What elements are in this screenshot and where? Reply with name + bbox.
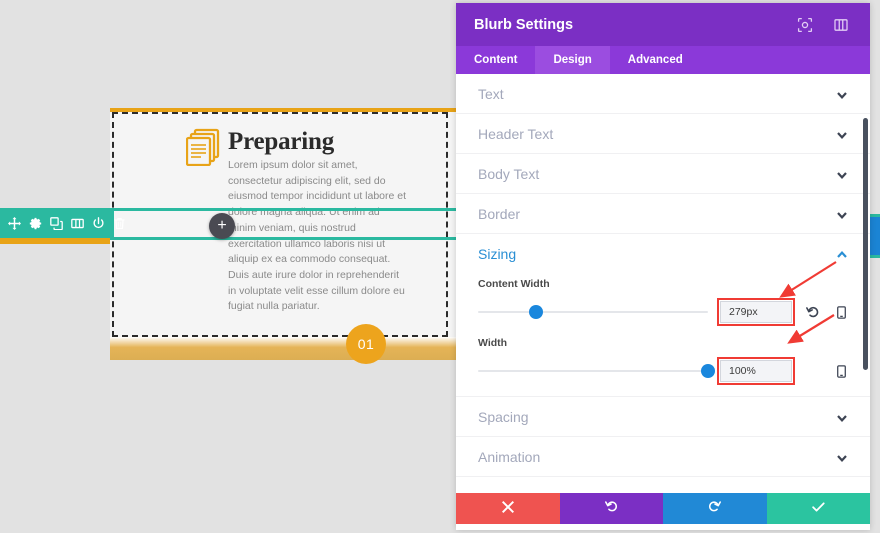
tab-advanced[interactable]: Advanced: [610, 46, 701, 74]
chevron-up-icon: [836, 248, 848, 260]
reset-icon[interactable]: [804, 305, 822, 319]
module-action-toolbar[interactable]: [0, 208, 125, 238]
close-icon: [501, 500, 514, 518]
slider-track: [478, 311, 708, 313]
cancel-button[interactable]: [456, 493, 560, 524]
focus-icon[interactable]: [794, 14, 816, 36]
section-header-text[interactable]: Header Text: [456, 114, 870, 154]
slider-handle[interactable]: [701, 364, 715, 378]
section-label: Text: [478, 85, 504, 102]
power-icon[interactable]: [92, 216, 105, 230]
section-sizing-header[interactable]: Sizing: [478, 234, 848, 274]
field-width: Width 100%: [478, 337, 848, 385]
step-number-badge: 01: [346, 324, 386, 364]
section-border[interactable]: Border: [456, 194, 870, 234]
chevron-down-icon: [836, 411, 848, 423]
add-module-button[interactable]: +: [209, 213, 235, 239]
field-label: Width: [478, 337, 508, 349]
slider-track: [478, 370, 708, 372]
panel-header: Blurb Settings: [456, 3, 870, 46]
gear-icon[interactable]: [29, 217, 42, 230]
section-animation[interactable]: Animation: [456, 437, 870, 477]
responsive-device-icon[interactable]: [834, 364, 848, 378]
tab-design[interactable]: Design: [535, 46, 610, 74]
undo-button[interactable]: [559, 493, 663, 524]
section-text[interactable]: Text: [456, 74, 870, 114]
section-sizing: Sizing Content Width 279px Width 100%: [456, 234, 870, 397]
section-label: Spacing: [478, 408, 529, 425]
row-accent-strip: [0, 238, 110, 244]
columns-icon[interactable]: [71, 217, 84, 230]
content-width-slider[interactable]: [478, 305, 708, 319]
save-button[interactable]: [766, 493, 870, 524]
panel-body: Text Header Text Body Text Border Sizing…: [456, 74, 870, 499]
module-hover-highlight: [110, 208, 458, 240]
section-body-text[interactable]: Body Text: [456, 154, 870, 194]
field-content-width: Content Width 279px: [478, 278, 848, 326]
responsive-device-icon[interactable]: [834, 305, 848, 319]
panel-scrollbar[interactable]: [863, 118, 868, 370]
section-label: Body Text: [478, 165, 540, 182]
check-icon: [811, 500, 825, 518]
width-slider[interactable]: [478, 364, 715, 378]
section-label: Header Text: [478, 125, 554, 142]
layout-icon[interactable]: [830, 14, 852, 36]
move-icon[interactable]: [8, 216, 21, 230]
section-label: Animation: [478, 448, 541, 465]
redo-icon: [708, 500, 722, 518]
field-label: Content Width: [478, 278, 550, 290]
blurb-title: Preparing: [228, 128, 335, 155]
section-bottom-gradient: [110, 337, 456, 360]
tab-content[interactable]: Content: [456, 46, 535, 74]
width-input[interactable]: 100%: [717, 357, 795, 385]
panel-title: Blurb Settings: [474, 16, 574, 33]
content-width-input[interactable]: 279px: [717, 298, 795, 326]
panel-tabs: Content Design Advanced: [456, 46, 870, 74]
chevron-down-icon: [836, 208, 848, 220]
section-label: Border: [478, 205, 521, 222]
section-spacing[interactable]: Spacing: [456, 397, 870, 437]
chevron-down-icon: [836, 88, 848, 100]
section-label: Sizing: [478, 246, 517, 262]
documents-icon: [185, 128, 220, 167]
chevron-down-icon: [836, 128, 848, 140]
trash-icon[interactable]: [113, 217, 126, 230]
duplicate-icon[interactable]: [50, 216, 63, 230]
page-canvas: Preparing Lorem ipsum dolor sit amet, co…: [0, 0, 458, 533]
blurb-settings-panel: Blurb Settings Content Design Advanced T…: [456, 3, 870, 530]
panel-footer: [456, 493, 870, 524]
chevron-down-icon: [836, 168, 848, 180]
undo-icon: [604, 500, 618, 518]
chevron-down-icon: [836, 451, 848, 463]
redo-button[interactable]: [663, 493, 767, 524]
slider-handle[interactable]: [528, 305, 543, 319]
